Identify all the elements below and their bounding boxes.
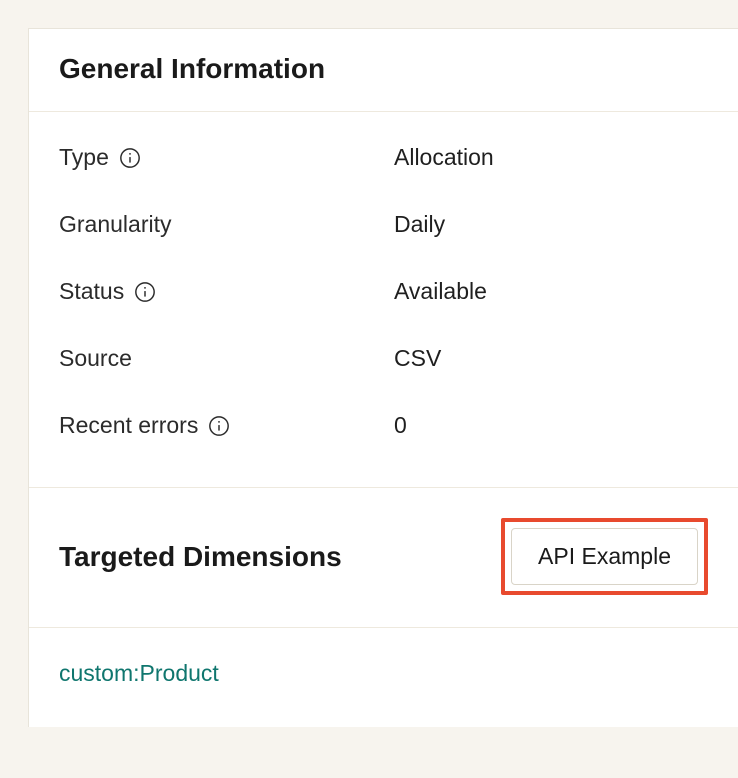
info-icon[interactable] <box>119 147 141 169</box>
general-info-body: Type Allocation Granularity <box>29 112 738 488</box>
info-label-status: Status <box>59 278 394 305</box>
info-label-text: Granularity <box>59 211 171 238</box>
info-label-text: Type <box>59 144 109 171</box>
info-value-type: Allocation <box>394 144 494 171</box>
details-card: General Information Type <box>28 28 738 727</box>
info-row-source: Source CSV <box>59 325 708 392</box>
info-label-text: Recent errors <box>59 412 198 439</box>
info-icon[interactable] <box>134 281 156 303</box>
general-info-list: Type Allocation Granularity <box>29 112 738 487</box>
api-example-button[interactable]: API Example <box>511 528 698 585</box>
info-label-source: Source <box>59 345 394 372</box>
info-value-recent-errors: 0 <box>394 412 407 439</box>
info-label-text: Source <box>59 345 132 372</box>
info-row-type: Type Allocation <box>59 124 708 191</box>
general-info-title: General Information <box>29 29 738 111</box>
info-row-granularity: Granularity Daily <box>59 191 708 258</box>
targeted-dimensions-title: Targeted Dimensions <box>59 541 342 573</box>
targeted-dimensions-body: custom:Product <box>29 628 738 727</box>
targeted-dimensions-header: Targeted Dimensions API Example <box>29 488 738 627</box>
info-row-status: Status Available <box>59 258 708 325</box>
info-label-recent-errors: Recent errors <box>59 412 394 439</box>
info-icon[interactable] <box>208 415 230 437</box>
api-example-highlight: API Example <box>501 518 708 595</box>
info-label-granularity: Granularity <box>59 211 394 238</box>
info-value-status: Available <box>394 278 487 305</box>
targeted-dimensions-header-section: Targeted Dimensions API Example <box>29 488 738 628</box>
info-label-type: Type <box>59 144 394 171</box>
general-info-header-section: General Information <box>29 29 738 112</box>
info-value-granularity: Daily <box>394 211 445 238</box>
info-row-recent-errors: Recent errors 0 <box>59 392 708 459</box>
dimension-link-product[interactable]: custom:Product <box>59 660 219 686</box>
info-label-text: Status <box>59 278 124 305</box>
info-value-source: CSV <box>394 345 441 372</box>
